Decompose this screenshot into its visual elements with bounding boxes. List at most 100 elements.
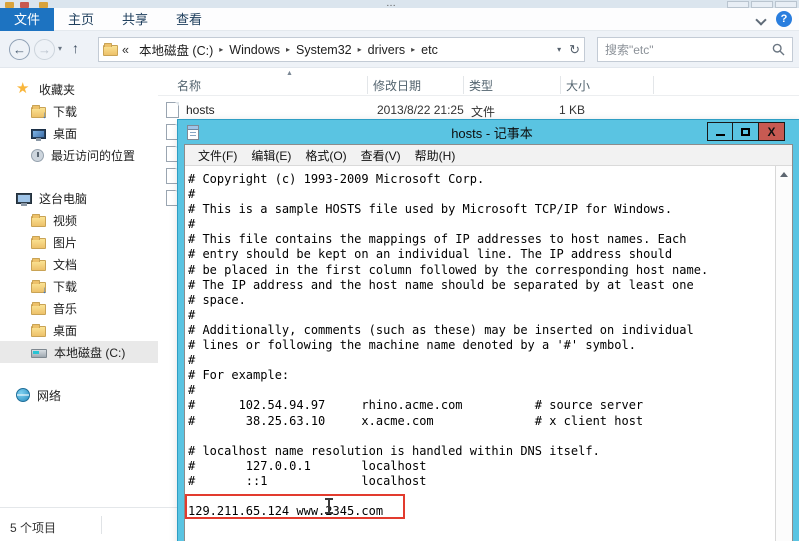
folder-icon bbox=[31, 257, 46, 271]
breadcrumb-segment[interactable]: drivers bbox=[363, 43, 411, 57]
column-header-0[interactable]: 名称 bbox=[177, 77, 201, 94]
scroll-up-button[interactable] bbox=[776, 166, 792, 182]
minimize-icon bbox=[715, 133, 725, 136]
search-icon[interactable] bbox=[772, 43, 785, 56]
notepad-menu-帮助(H)[interactable]: 帮助(H) bbox=[408, 147, 463, 164]
folder-download-icon bbox=[31, 104, 47, 121]
sidebar-item-下载[interactable]: 下载 bbox=[0, 100, 158, 122]
status-divider bbox=[101, 516, 102, 534]
tab-文件[interactable]: 文件 bbox=[0, 8, 55, 31]
column-resize-handle[interactable] bbox=[560, 76, 561, 94]
recent-places-icon bbox=[31, 148, 44, 162]
breadcrumb-segment[interactable]: 本地磁盘 (C:) bbox=[134, 40, 218, 59]
notepad-menu-查看(V)[interactable]: 查看(V) bbox=[354, 147, 408, 164]
tab-主页[interactable]: 主页 bbox=[54, 8, 108, 31]
breadcrumb-segment[interactable]: Windows bbox=[224, 43, 285, 57]
hosts-file-content: # Copyright (c) 1993-2009 Microsoft Corp… bbox=[188, 172, 709, 519]
file-size: 1 KB bbox=[558, 103, 585, 117]
refresh-icon[interactable]: ↻ bbox=[569, 42, 580, 58]
sidebar-item-视频[interactable]: 视频 bbox=[0, 209, 158, 231]
network-icon bbox=[16, 388, 30, 402]
folder-icon bbox=[31, 323, 46, 337]
notepad-menu-格式(O)[interactable]: 格式(O) bbox=[298, 147, 353, 164]
notepad-title: hosts - 记事本 bbox=[451, 125, 533, 141]
explorer-window-controls[interactable] bbox=[775, 1, 797, 8]
minimize-button[interactable] bbox=[707, 122, 733, 141]
history-dropdown-icon[interactable]: ▾ bbox=[58, 44, 62, 53]
sidebar-item-桌面[interactable]: 桌面 bbox=[0, 319, 158, 341]
annotation-red-box bbox=[185, 494, 405, 519]
notepad-titlebar[interactable]: hosts - 记事本 bbox=[178, 120, 799, 144]
items-count: 5 个项目 bbox=[10, 521, 57, 535]
file-type: 文件 bbox=[471, 105, 496, 119]
sidebar-item-最近访问的位置[interactable]: 最近访问的位置 bbox=[0, 144, 158, 166]
sidebar-group-这台电脑[interactable]: 这台电脑 bbox=[0, 187, 158, 209]
maximize-icon bbox=[741, 127, 750, 136]
sidebar-item-本地磁盘 (C:)[interactable]: 本地磁盘 (C:) bbox=[0, 341, 158, 363]
folder-icon bbox=[31, 301, 46, 315]
column-resize-handle[interactable] bbox=[463, 76, 464, 94]
ribbon-collapse-icon[interactable] bbox=[755, 14, 767, 26]
column-header-2[interactable]: 类型 bbox=[469, 77, 493, 94]
breadcrumb-segment[interactable]: etc bbox=[416, 43, 443, 57]
back-button[interactable]: ← bbox=[9, 39, 30, 60]
notepad-icon bbox=[187, 124, 199, 140]
column-resize-handle[interactable] bbox=[367, 76, 368, 94]
sidebar-group-收藏夹[interactable]: ★ 收藏夹 bbox=[0, 78, 158, 100]
folder-download-icon bbox=[31, 279, 47, 296]
help-button[interactable]: ? bbox=[776, 11, 792, 27]
sidebar-item-label: 下载 bbox=[53, 279, 78, 294]
sidebar-group-label: 这台电脑 bbox=[39, 191, 88, 206]
folder-icon bbox=[31, 213, 46, 227]
sidebar-item-音乐[interactable]: 音乐 bbox=[0, 297, 158, 319]
text-cursor bbox=[325, 498, 333, 514]
notepad-menu-文件(F)[interactable]: 文件(F) bbox=[191, 147, 244, 164]
notepad-text-area[interactable]: # Copyright (c) 1993-2009 Microsoft Corp… bbox=[185, 166, 775, 541]
column-header-1[interactable]: 修改日期 bbox=[373, 77, 421, 94]
navigation-pane: ★收藏夹下载桌面最近访问的位置这台电脑视频图片文档下载音乐桌面本地磁盘 (C:)… bbox=[0, 68, 158, 507]
desktop-icon bbox=[31, 128, 46, 141]
explorer-window-controls[interactable] bbox=[727, 1, 749, 8]
sidebar-item-label: 文档 bbox=[53, 257, 78, 272]
tab-共享[interactable]: 共享 bbox=[108, 8, 162, 31]
computer-icon bbox=[16, 192, 32, 206]
forward-button[interactable]: → bbox=[34, 39, 55, 60]
sidebar-item-label: 视频 bbox=[53, 213, 78, 228]
breadcrumb-segment[interactable]: System32 bbox=[291, 43, 357, 57]
sidebar-item-label: 音乐 bbox=[53, 301, 78, 316]
column-header-3[interactable]: 大小 bbox=[566, 77, 590, 94]
folder-icon bbox=[103, 43, 118, 56]
sidebar-item-下载[interactable]: 下载 bbox=[0, 275, 158, 297]
maximize-button[interactable] bbox=[733, 122, 759, 141]
sidebar-item-图片[interactable]: 图片 bbox=[0, 231, 158, 253]
sidebar-item-label: 图片 bbox=[53, 235, 78, 250]
notepad-menubar: 文件(F) 编辑(E) 格式(O) 查看(V) 帮助(H) bbox=[185, 145, 792, 166]
breadcrumb-overflow-icon[interactable]: « bbox=[118, 43, 134, 57]
column-resize-handle[interactable] bbox=[653, 76, 654, 94]
file-name: hosts bbox=[186, 103, 215, 117]
sidebar-item-桌面[interactable]: 桌面 bbox=[0, 122, 158, 144]
explorer-titlebar-sliver: … bbox=[0, 0, 799, 9]
sidebar-group-网络[interactable]: 网络 bbox=[0, 384, 158, 406]
address-dropdown-icon[interactable]: ▾ bbox=[557, 45, 561, 54]
vertical-scrollbar[interactable] bbox=[775, 166, 792, 541]
breadcrumb[interactable]: « 本地磁盘 (C:) ▸ Windows ▸ System32 ▸ drivers ▸ etc… bbox=[98, 37, 585, 62]
sort-ascending-icon[interactable]: ▲ bbox=[286, 70, 293, 77]
file-modified: 2013/8/22 21:25 bbox=[377, 103, 464, 117]
folder-icon bbox=[31, 235, 46, 249]
sidebar-item-label: 桌面 bbox=[53, 126, 78, 141]
file-row-hosts[interactable]: hosts 2013/8/22 21:25 文件 1 KB bbox=[158, 100, 799, 122]
explorer-window-controls[interactable] bbox=[751, 1, 773, 8]
tab-查看[interactable]: 查看 bbox=[162, 8, 216, 31]
sidebar-group-label: 网络 bbox=[37, 388, 62, 403]
search-input[interactable]: 搜索"etc" bbox=[597, 37, 793, 62]
close-button[interactable]: X bbox=[759, 122, 785, 141]
sidebar-item-文档[interactable]: 文档 bbox=[0, 253, 158, 275]
sidebar-item-label: 桌面 bbox=[53, 323, 78, 338]
ribbon-tab-bar: 文件 主页 共享 查看 ? bbox=[0, 8, 799, 31]
sidebar-item-label: 最近访问的位置 bbox=[51, 148, 136, 163]
up-button[interactable]: ↑ bbox=[72, 40, 79, 56]
notepad-client-area: 文件(F) 编辑(E) 格式(O) 查看(V) 帮助(H) # Copyright (c… bbox=[184, 144, 793, 541]
sidebar-item-label: 本地磁盘 (C:) bbox=[54, 345, 126, 360]
notepad-menu-编辑(E)[interactable]: 编辑(E) bbox=[244, 147, 298, 164]
